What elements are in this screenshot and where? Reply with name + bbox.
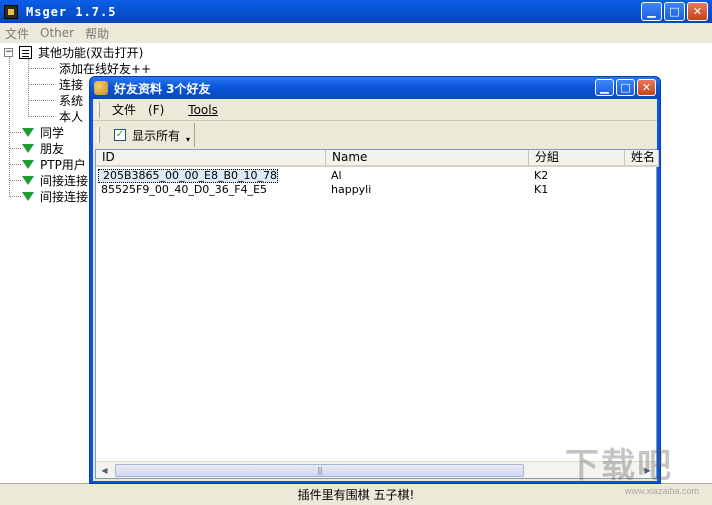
watermark-logo: 下载吧 www.xiazaiba.com — [565, 438, 710, 500]
row-surname-cell — [625, 169, 659, 183]
dialog-title: 好友资料 3个好友 — [114, 81, 211, 96]
dialog-toolbar: ✓ 显示所有 ▾ — [93, 122, 657, 148]
column-header-group[interactable]: 分組 — [529, 150, 625, 167]
menubar-grip[interactable] — [97, 101, 100, 118]
friend-list[interactable]: ID Name 分組 姓名 205B3865_00_00_E8_B0_10_78… — [95, 149, 659, 479]
dialog-minimize-button[interactable]: ▁ — [595, 79, 614, 96]
tree-item-label: 本人 — [59, 109, 84, 124]
row-group-cell: K2 — [534, 169, 549, 182]
dialog-body: 文件 (F) Tools ✓ 显示所有 ▾ ID Name 分組 姓名 205B3… — [93, 99, 659, 481]
show-all-checkbox[interactable]: ✓ — [114, 129, 126, 141]
menu-label: Tools — [188, 102, 218, 117]
tree-collapse-icon[interactable]: − — [4, 47, 13, 57]
column-header-name[interactable]: Name — [326, 150, 529, 167]
dialog-close-button[interactable]: ✕ — [637, 79, 656, 96]
group-triangle-icon — [22, 159, 34, 169]
tree-item-system[interactable]: 系统 — [59, 92, 83, 108]
main-titlebar: Msger 1.7.5 ▁ □ ✕ — [0, 0, 712, 23]
show-all-label: 显示所有 — [132, 128, 181, 143]
column-header-surname[interactable]: 姓名 — [625, 150, 659, 167]
tree-item-label: 添加在线好友++ — [59, 61, 152, 76]
dialog-menu-tools[interactable]: Tools — [188, 103, 218, 117]
notebook-icon — [19, 45, 32, 59]
main-minimize-button[interactable]: ▁ — [641, 2, 662, 21]
tree-item-connect[interactable]: 连接 — [59, 76, 83, 92]
menu-file[interactable]: 文件 — [0, 25, 35, 42]
column-header-id[interactable]: ID — [96, 150, 326, 167]
watermark-text: 下载吧 — [565, 446, 673, 486]
row-name-cell: Al — [331, 169, 342, 182]
tree-group-indirect-2[interactable]: 间接连接 — [22, 188, 88, 204]
status-text: 插件里有围棋 五子棋! — [297, 488, 415, 502]
toolbar-grip[interactable] — [97, 127, 100, 143]
tree-item-label: 连接 — [59, 77, 84, 92]
group-triangle-icon — [22, 191, 34, 201]
tree-item-add-online-friend[interactable]: 添加在线好友++ — [59, 60, 151, 76]
menu-help[interactable]: 帮助 — [80, 25, 115, 42]
table-row[interactable]: 85525F9_00_40_D0_36_F4_E5 happyli K1 — [96, 183, 659, 197]
scrollbar-grip-icon: ||| — [316, 465, 323, 475]
list-header: ID Name 分組 姓名 — [96, 150, 659, 167]
table-row[interactable]: 205B3865_00_00_E8_B0_10_78 Al K2 — [96, 169, 659, 183]
watermark-url: www.xiazaiba.com — [625, 486, 700, 496]
scroll-left-arrow-icon[interactable]: ◀ — [96, 462, 113, 479]
row-surname-cell — [625, 183, 659, 197]
row-group-cell: K1 — [534, 183, 549, 196]
dialog-menubar: 文件 (F) Tools — [93, 99, 657, 121]
tree-group-label: PTP用户 — [40, 157, 86, 172]
row-id-cell: 85525F9_00_40_D0_36_F4_E5 — [101, 183, 268, 196]
tree-group-label: 朋友 — [40, 141, 65, 156]
menu-accel: (F) — [148, 103, 165, 117]
group-triangle-icon — [22, 143, 34, 153]
row-id-cell: 205B3865_00_00_E8_B0_10_78 — [98, 169, 279, 183]
group-triangle-icon — [22, 127, 34, 137]
scrollbar-track[interactable]: ||| — [113, 463, 639, 478]
dialog-app-icon — [94, 81, 108, 95]
tree-group-classmates[interactable]: 同学 — [22, 124, 64, 140]
menu-label: 文件 — [112, 103, 137, 117]
dialog-menu-file[interactable]: 文件 (F) — [112, 101, 176, 118]
dialog-maximize-button[interactable]: □ — [616, 79, 635, 96]
dialog-titlebar[interactable]: 好友资料 3个好友 ▁ □ ✕ — [90, 77, 660, 99]
tree-group-ptp-users[interactable]: PTP用户 — [22, 156, 86, 172]
scrollbar-thumb[interactable]: ||| — [115, 463, 524, 477]
main-close-button[interactable]: ✕ — [687, 2, 708, 21]
tree-group-label: 间接连接 — [40, 189, 89, 204]
tree-group-friends[interactable]: 朋友 — [22, 140, 64, 156]
show-all-toggle[interactable]: ✓ 显示所有 ▾ — [110, 123, 196, 147]
tree-node-label: 其他功能(双击打开) — [38, 45, 144, 60]
group-triangle-icon — [22, 175, 34, 185]
main-maximize-button[interactable]: □ — [664, 2, 685, 21]
main-menubar: 文件 Other 帮助 — [0, 23, 712, 43]
main-window-title: Msger 1.7.5 — [26, 4, 117, 19]
tree-item-label: 系统 — [59, 93, 84, 108]
tree-node-other-features[interactable]: − 其他功能(双击打开) — [4, 44, 143, 60]
tree-group-label: 同学 — [40, 125, 65, 140]
tree-item-self[interactable]: 本人 — [59, 108, 83, 124]
app-icon — [4, 4, 18, 19]
chevron-down-icon[interactable]: ▾ — [186, 135, 190, 144]
friend-info-dialog: 好友资料 3个好友 ▁ □ ✕ 文件 (F) Tools ✓ 显示所有 ▾ ID … — [89, 76, 661, 484]
menu-other[interactable]: Other — [35, 26, 80, 40]
tree-group-indirect-1[interactable]: 间接连接 — [22, 172, 88, 188]
row-name-cell: happyli — [331, 183, 372, 196]
tree-group-label: 间接连接 — [40, 173, 89, 188]
